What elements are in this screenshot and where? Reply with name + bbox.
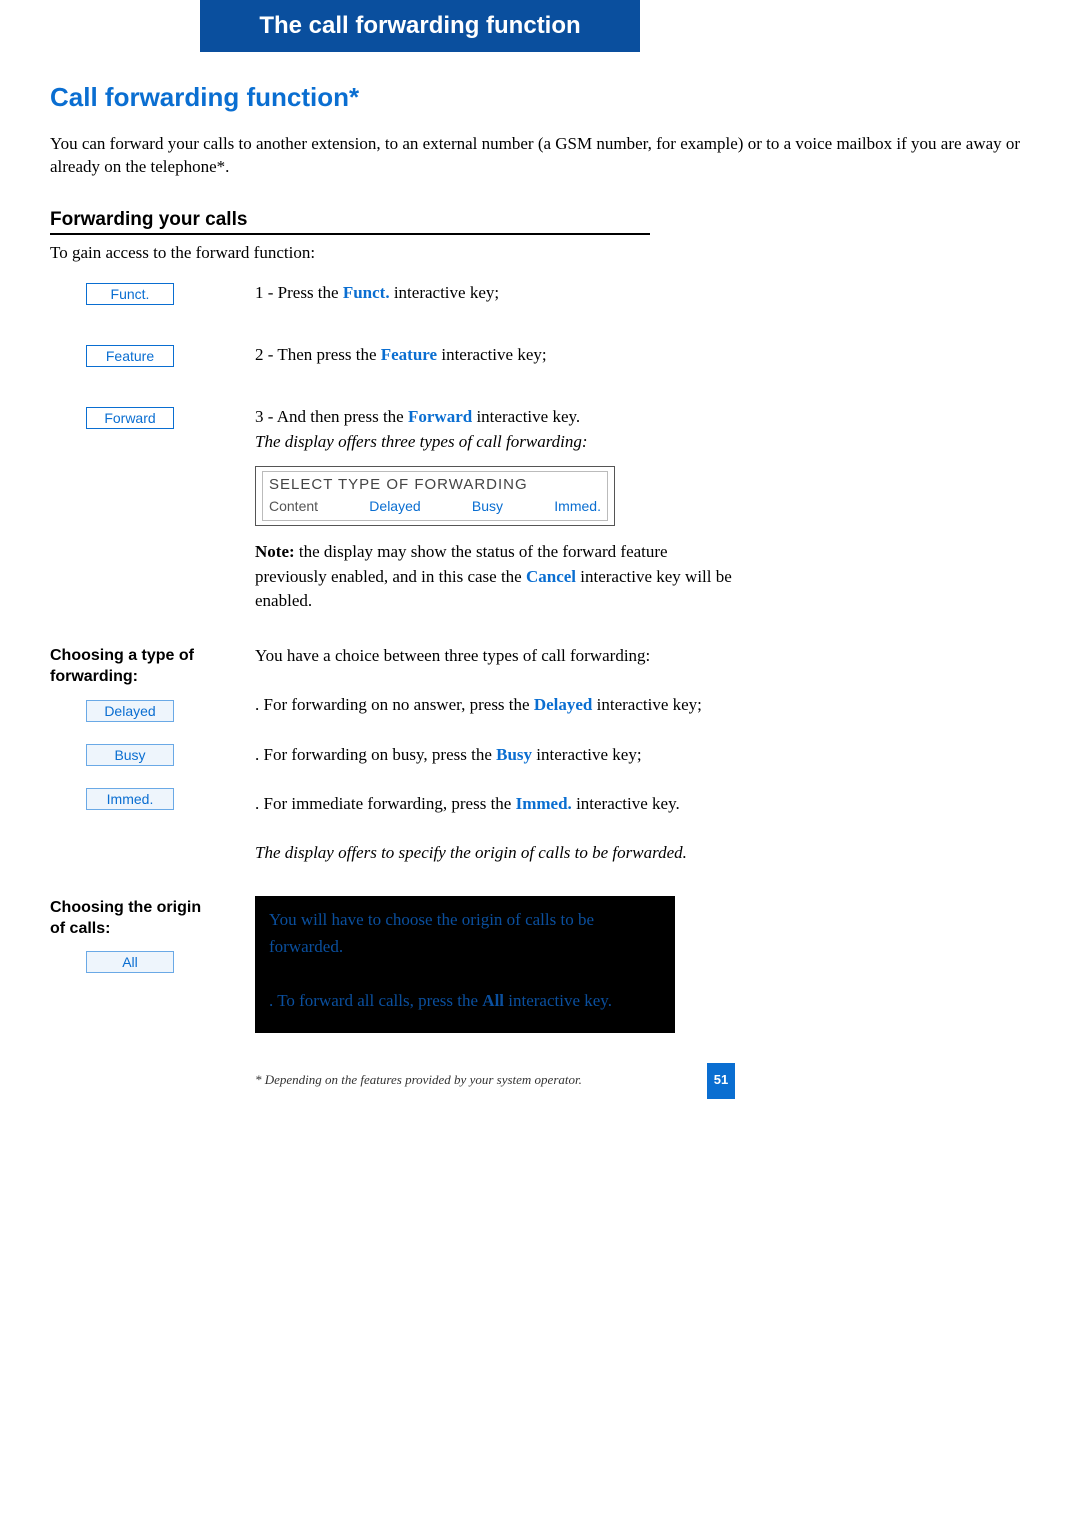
page-content: Call forwarding function* You can forwar… [0, 82, 1080, 1099]
type2-pre: . For forwarding on busy, press the [255, 745, 496, 764]
immed-key[interactable]: Immed. [86, 788, 174, 810]
type2-post: interactive key; [532, 745, 642, 764]
origin-line1: You will have to choose the origin of ca… [269, 906, 661, 960]
type3-post: interactive key. [572, 794, 680, 813]
lcd-content-label: Content [269, 496, 318, 516]
origin-line2-post: interactive key. [504, 991, 612, 1010]
step2-post: interactive key; [437, 345, 547, 364]
type1-post: interactive key; [592, 695, 702, 714]
step3-post: interactive key. [472, 407, 580, 426]
note-label: Note: [255, 542, 295, 561]
step2-pre: 2 - Then press the [255, 345, 381, 364]
note-block: Note: the display may show the status of… [255, 540, 735, 614]
intro-paragraph: You can forward your calls to another ex… [50, 133, 1030, 179]
type-intro: You have a choice between three types of… [255, 644, 735, 669]
lcd-opt-immed: Immed. [554, 496, 601, 516]
footnote: * Depending on the features provided by … [255, 1071, 693, 1090]
type1-term: Delayed [534, 695, 593, 714]
step1-term: Funct. [343, 283, 390, 302]
step-row-1: Funct. 1 - Press the Funct. interactive … [50, 281, 1030, 323]
page-number: 51 [707, 1063, 735, 1099]
lcd-opt-busy: Busy [472, 496, 503, 516]
type-heading: Choosing a type of forwarding: [50, 646, 210, 688]
step1-pre: 1 - Press the [255, 283, 343, 302]
step3-pre: 3 - And then press the [255, 407, 408, 426]
origin-highlight: You will have to choose the origin of ca… [255, 896, 675, 1033]
type3-pre: . For immediate forwarding, press the [255, 794, 516, 813]
type1-pre: . For forwarding on no answer, press the [255, 695, 534, 714]
type2-term: Busy [496, 745, 532, 764]
forward-key[interactable]: Forward [86, 407, 174, 429]
type-after: The display offers to specify the origin… [255, 841, 735, 866]
all-key[interactable]: All [86, 951, 174, 973]
step3-term: Forward [408, 407, 472, 426]
type-block: Choosing a type of forwarding: Delayed B… [50, 644, 1030, 866]
origin-block: Choosing the origin of calls: All You wi… [50, 896, 1030, 1099]
three-types-line: The display offers three types of call f… [255, 430, 735, 455]
access-line: To gain access to the forward function: [50, 243, 1030, 263]
step1-post: interactive key; [390, 283, 500, 302]
step-row-3: Forward 3 - And then press the Forward i… [50, 405, 1030, 614]
footer-row: * Depending on the features provided by … [255, 1063, 735, 1099]
origin-line2-pre: . To forward all calls, press the [269, 991, 482, 1010]
lcd-display: SELECT TYPE OF FORWARDING Content Delaye… [255, 466, 615, 526]
funct-key[interactable]: Funct. [86, 283, 174, 305]
step2-term: Feature [381, 345, 437, 364]
lcd-opt-delayed: Delayed [369, 496, 420, 516]
page-header-bar: The call forwarding function [200, 0, 640, 52]
lcd-title: SELECT TYPE OF FORWARDING [269, 474, 601, 496]
origin-line2-term: All [482, 991, 504, 1010]
type3-term: Immed. [516, 794, 572, 813]
busy-key[interactable]: Busy [86, 744, 174, 766]
cancel-term: Cancel [526, 567, 576, 586]
page: The call forwarding function Call forwar… [0, 0, 1080, 1159]
forwarding-heading: Forwarding your calls [50, 209, 650, 235]
delayed-key[interactable]: Delayed [86, 700, 174, 722]
main-title: Call forwarding function* [50, 82, 1030, 113]
feature-key[interactable]: Feature [86, 345, 174, 367]
origin-heading: Choosing the origin of calls: [50, 898, 210, 940]
step-row-2: Feature 2 - Then press the Feature inter… [50, 343, 1030, 385]
